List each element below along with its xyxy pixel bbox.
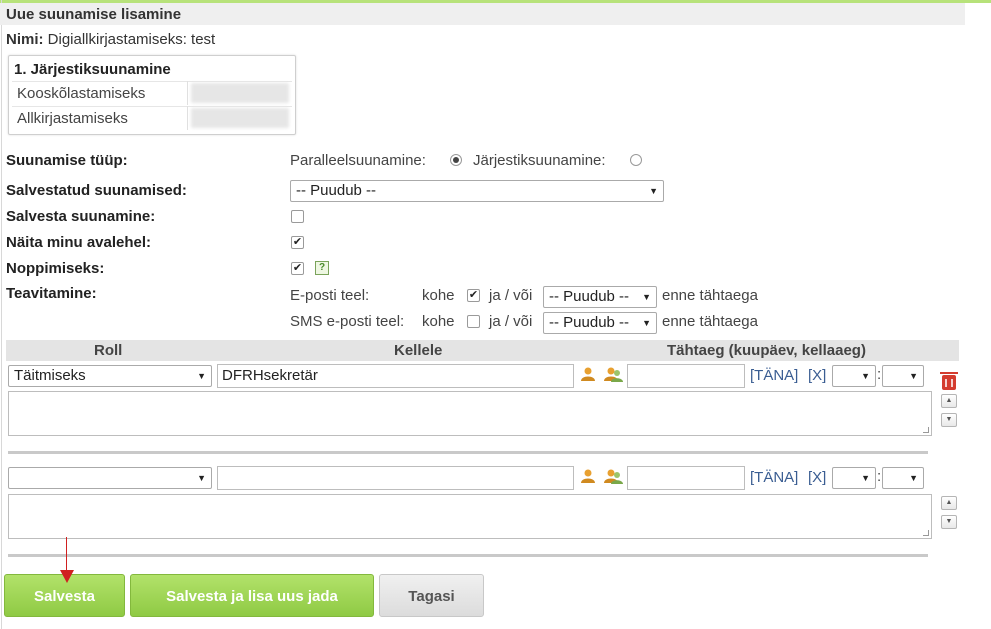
today-link[interactable]: [TÄNA] bbox=[750, 469, 798, 486]
sms-label: SMS e-posti teel: bbox=[290, 313, 405, 330]
chevron-down-icon: ▼ bbox=[197, 371, 206, 381]
resize-handle-icon[interactable] bbox=[923, 530, 929, 536]
page-title: Uue suunamise lisamine bbox=[6, 6, 182, 23]
parallel-label: Paralleelsuunamine: bbox=[290, 152, 426, 169]
chevron-down-icon: ▼ bbox=[861, 371, 870, 381]
group-icon[interactable] bbox=[604, 468, 624, 484]
person-icon[interactable] bbox=[580, 468, 596, 484]
flow-row-label: Kooskõlastamiseks bbox=[17, 85, 146, 102]
parallel-radio[interactable] bbox=[450, 154, 462, 166]
deadline-hour-select[interactable]: ▼ bbox=[832, 365, 876, 387]
email-deadline-select[interactable]: -- Puudub -- ▼ bbox=[543, 286, 657, 308]
show-home-checkbox[interactable]: ✔ bbox=[291, 236, 304, 249]
sms-now-label: kohe bbox=[422, 313, 455, 330]
today-link[interactable]: [TÄNA] bbox=[750, 367, 798, 384]
annotation-arrow-icon bbox=[60, 570, 74, 583]
sms-now-checkbox[interactable] bbox=[467, 315, 480, 328]
email-now-checkbox[interactable]: ✔ bbox=[467, 289, 480, 302]
move-up-icon[interactable]: ▲ bbox=[941, 394, 957, 408]
column-header-role: Roll bbox=[94, 342, 123, 359]
resize-handle-icon[interactable] bbox=[923, 427, 929, 433]
show-home-label: Näita minu avalehel: bbox=[6, 234, 152, 251]
deadline-minute-select[interactable]: ▼ bbox=[882, 365, 924, 387]
email-deadline-value: -- Puudub -- bbox=[549, 288, 630, 305]
save-routing-checkbox[interactable] bbox=[291, 210, 304, 223]
row-divider bbox=[8, 451, 928, 454]
blurred-person-name bbox=[191, 108, 289, 128]
person-icon[interactable] bbox=[580, 366, 596, 382]
email-before-deadline: enne tähtaega bbox=[662, 287, 758, 304]
help-icon[interactable]: ? bbox=[315, 261, 329, 275]
chevron-down-icon: ▼ bbox=[861, 473, 870, 483]
trash-icon[interactable] bbox=[940, 372, 958, 390]
recipient-input[interactable] bbox=[217, 466, 574, 490]
group-icon[interactable] bbox=[604, 366, 624, 382]
move-down-icon[interactable]: ▼ bbox=[941, 515, 957, 529]
chevron-down-icon: ▼ bbox=[909, 371, 918, 381]
move-down-icon[interactable]: ▼ bbox=[941, 413, 957, 427]
save-and-add-button[interactable]: Salvesta ja lisa uus jada bbox=[130, 574, 374, 617]
saved-routings-value: -- Puudub -- bbox=[296, 182, 377, 199]
sequential-label: Järjestiksuunamine: bbox=[473, 152, 606, 169]
knowledge-checkbox[interactable]: ✔ bbox=[291, 262, 304, 275]
saved-routings-label: Salvestatud suunamised: bbox=[6, 182, 187, 199]
deadline-hour-select[interactable]: ▼ bbox=[832, 467, 876, 489]
role-select[interactable]: ▼ bbox=[8, 467, 212, 489]
left-border bbox=[1, 0, 2, 629]
name-label: Nimi: bbox=[6, 31, 44, 48]
sms-before-deadline: enne tähtaega bbox=[662, 313, 758, 330]
time-separator: : bbox=[877, 468, 882, 485]
routing-type-label: Suunamise tüüp: bbox=[6, 152, 128, 169]
flow-row-label: Allkirjastamiseks bbox=[17, 110, 128, 127]
knowledge-label: Noppimiseks: bbox=[6, 260, 105, 277]
row-divider bbox=[8, 554, 928, 557]
chevron-down-icon: ▼ bbox=[642, 318, 651, 328]
column-header-deadline: Tähtaeg (kuupäev, kellaaeg) bbox=[667, 342, 866, 359]
flow-heading: 1. Järjestiksuunamine bbox=[14, 61, 171, 78]
role-select[interactable]: Täitmiseks ▼ bbox=[8, 365, 212, 387]
email-label: E-posti teel: bbox=[290, 287, 370, 304]
save-routing-label: Salvesta suunamine: bbox=[6, 208, 156, 225]
deadline-minute-select[interactable]: ▼ bbox=[882, 467, 924, 489]
blurred-person-name bbox=[191, 83, 289, 103]
sms-deadline-select[interactable]: -- Puudub -- ▼ bbox=[543, 312, 657, 334]
recipient-input[interactable]: DFRHsekretär bbox=[217, 364, 574, 388]
column-header-recipient: Kellele bbox=[394, 342, 443, 359]
time-separator: : bbox=[877, 366, 882, 383]
sequential-radio[interactable] bbox=[630, 154, 642, 166]
sms-deadline-value: -- Puudub -- bbox=[549, 314, 630, 331]
chevron-down-icon: ▼ bbox=[909, 473, 918, 483]
email-now-label: kohe bbox=[422, 287, 455, 304]
name-value: Digiallkirjastamiseks: test bbox=[47, 31, 216, 48]
clear-date-link[interactable]: [X] bbox=[808, 469, 826, 486]
chevron-down-icon: ▼ bbox=[197, 473, 206, 483]
comment-textarea[interactable] bbox=[8, 391, 932, 436]
back-button[interactable]: Tagasi bbox=[379, 574, 484, 617]
deadline-date-input[interactable] bbox=[627, 466, 745, 490]
comment-textarea[interactable] bbox=[8, 494, 932, 539]
saved-routings-select[interactable]: -- Puudub -- ▼ bbox=[290, 180, 664, 202]
role-value: Täitmiseks bbox=[14, 367, 86, 384]
flow-cell-separator bbox=[187, 106, 188, 130]
annotation-arrow-line bbox=[66, 537, 67, 573]
notification-label: Teavitamine: bbox=[6, 285, 97, 302]
document-name: Nimi: Digiallkirjastamiseks: test bbox=[6, 31, 215, 48]
sms-and-or-label: ja / või bbox=[489, 313, 533, 330]
chevron-down-icon: ▼ bbox=[649, 186, 658, 196]
clear-date-link[interactable]: [X] bbox=[808, 367, 826, 384]
email-and-or-label: ja / või bbox=[489, 287, 533, 304]
flow-cell-separator bbox=[187, 81, 188, 105]
move-up-icon[interactable]: ▲ bbox=[941, 496, 957, 510]
chevron-down-icon: ▼ bbox=[642, 292, 651, 302]
deadline-date-input[interactable] bbox=[627, 364, 745, 388]
